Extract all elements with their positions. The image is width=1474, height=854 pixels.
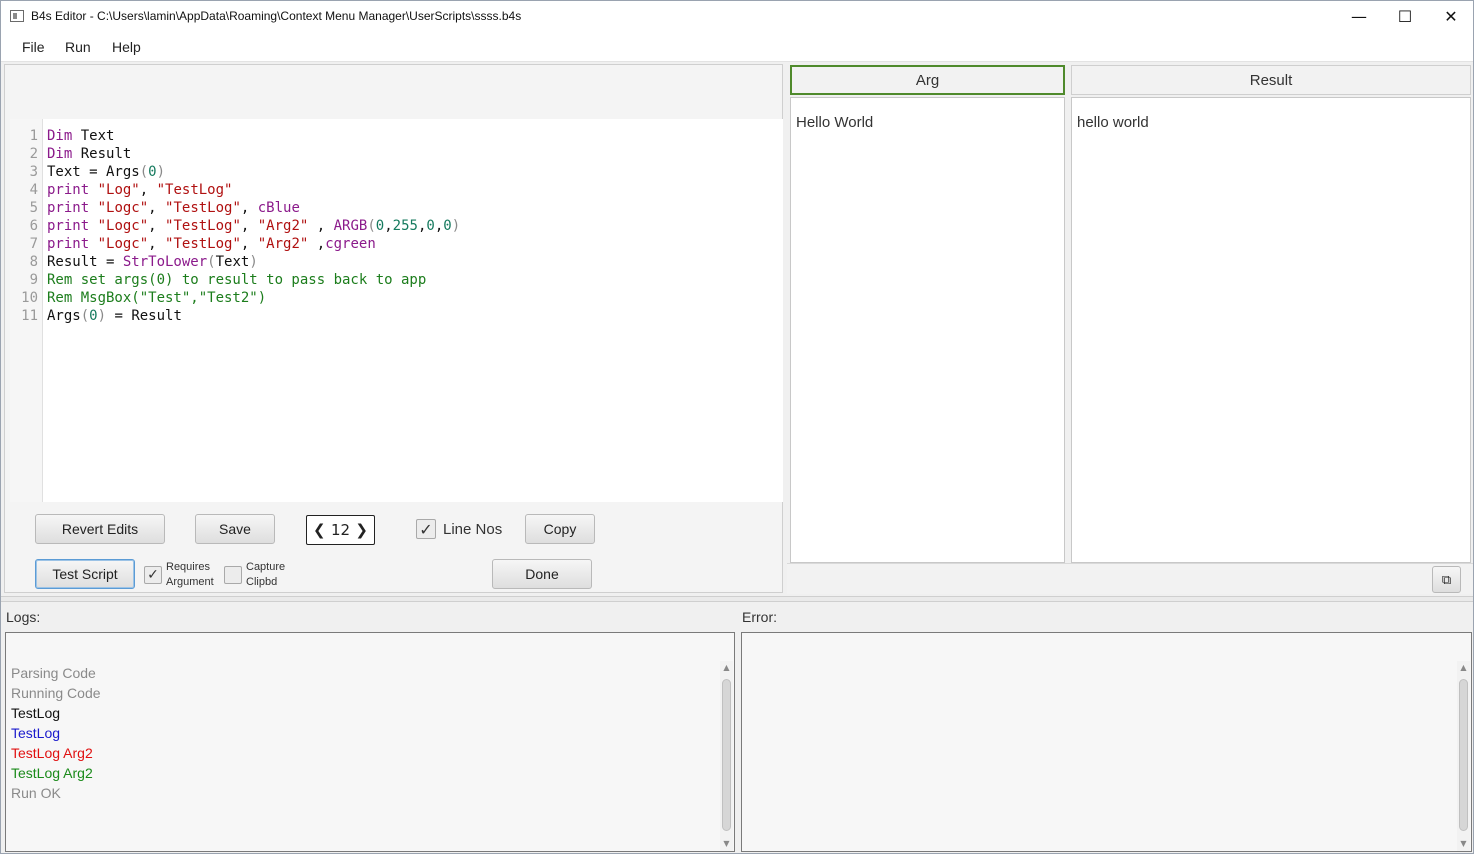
line-number: 3 xyxy=(29,164,38,180)
close-button[interactable]: ✕ xyxy=(1428,1,1474,32)
code-line[interactable]: Result = StrToLower(Text) xyxy=(47,253,258,271)
line-number: 6 xyxy=(29,218,38,234)
code-line[interactable]: Dim Text xyxy=(47,127,114,145)
capture-label-line1: Capture xyxy=(246,561,286,573)
copy-button[interactable]: Copy xyxy=(525,514,595,544)
scroll-up-icon[interactable]: ▲ xyxy=(1457,661,1470,675)
logs-label: Logs: xyxy=(6,609,41,625)
arg-textbox[interactable]: Hello World xyxy=(790,97,1065,563)
menu-bar: File Run Help xyxy=(1,32,1473,62)
code-line[interactable]: Text = Args(0) xyxy=(47,163,165,181)
revert-edits-button[interactable]: Revert Edits xyxy=(35,514,165,544)
logs-pane[interactable]: Parsing Code Running Code TestLog TestLog Te… xyxy=(5,632,735,852)
line-number-gutter: 1 2 3 4 5 6 7 8 9 10 11 xyxy=(10,119,43,502)
capture-clipbd-label: Capture Clipbd xyxy=(246,560,285,590)
code-line[interactable]: Rem set args(0) to result to pass back t… xyxy=(47,271,426,289)
logs-scrollbar[interactable]: ▲ ▼ xyxy=(720,661,733,851)
menu-help[interactable]: Help xyxy=(112,39,141,55)
result-header[interactable]: Result xyxy=(1071,65,1471,95)
font-size-value: 12 xyxy=(330,521,351,539)
b4s-editor-window: B4s Editor - C:\Users\lamin\AppData\Roam… xyxy=(0,0,1474,854)
menu-run[interactable]: Run xyxy=(65,39,91,55)
line-number: 8 xyxy=(29,254,38,270)
line-number: 1 xyxy=(29,128,38,144)
line-nos-label: Line Nos xyxy=(443,521,503,538)
requires-argument-checkbox[interactable]: ✓ xyxy=(144,566,162,584)
result-textbox[interactable]: hello world xyxy=(1071,97,1471,563)
minimize-button[interactable]: — xyxy=(1336,1,1382,32)
line-number: 9 xyxy=(29,272,38,288)
line-number: 5 xyxy=(29,200,38,216)
line-nos-checkbox[interactable]: ✓ xyxy=(416,519,436,539)
line-number: 7 xyxy=(29,236,38,252)
capture-clipbd-checkbox[interactable] xyxy=(224,566,242,584)
split-divider[interactable] xyxy=(1,596,1473,602)
result-toolbar xyxy=(787,563,1473,594)
code-line[interactable]: print "Logc", "TestLog", cBlue xyxy=(47,199,300,217)
code-line[interactable]: Rem MsgBox("Test","Test2") xyxy=(47,289,266,307)
log-line: TestLog Arg2 xyxy=(11,765,93,781)
code-line[interactable]: print "Log", "TestLog" xyxy=(47,181,232,199)
save-button[interactable]: Save xyxy=(195,514,275,544)
code-line[interactable]: print "Logc", "TestLog", "Arg2" ,cgreen xyxy=(47,235,376,253)
scroll-thumb[interactable] xyxy=(1459,679,1468,831)
increase-font-icon[interactable]: ❯ xyxy=(355,521,368,539)
app-icon xyxy=(10,10,24,22)
log-line: Run OK xyxy=(11,785,61,801)
capture-label-line2: Clipbd xyxy=(246,576,278,588)
requires-label-line2: Argument xyxy=(166,576,214,588)
test-script-button[interactable]: Test Script xyxy=(35,559,135,589)
done-button[interactable]: Done xyxy=(492,559,592,589)
line-number: 11 xyxy=(21,308,38,324)
scroll-up-icon[interactable]: ▲ xyxy=(720,661,733,675)
code-editor[interactable]: 1 2 3 4 5 6 7 8 9 10 11 Dim Text Dim Resu… xyxy=(10,119,783,502)
log-line: TestLog Arg2 xyxy=(11,745,93,761)
code-line[interactable]: Args(0) = Result xyxy=(47,307,182,325)
log-line: Parsing Code xyxy=(11,665,96,681)
line-number: 4 xyxy=(29,182,38,198)
code-line[interactable]: Dim Result xyxy=(47,145,131,163)
error-scrollbar[interactable]: ▲ ▼ xyxy=(1457,661,1470,851)
line-number: 2 xyxy=(29,146,38,162)
requires-argument-label: Requires Argument xyxy=(166,560,214,590)
line-number: 10 xyxy=(21,290,38,306)
maximize-button[interactable]: ☐ xyxy=(1382,1,1428,32)
menu-file[interactable]: File xyxy=(22,39,45,55)
error-pane[interactable]: ▲ ▼ xyxy=(741,632,1472,852)
code-line[interactable]: print "Logc", "TestLog", "Arg2" , ARGB(0… xyxy=(47,217,460,235)
window-title: B4s Editor - C:\Users\lamin\AppData\Roam… xyxy=(31,9,522,23)
log-line: TestLog xyxy=(11,705,61,721)
log-line: TestLog xyxy=(11,725,61,741)
copy-result-icon[interactable]: ⧉ xyxy=(1432,566,1461,593)
font-size-stepper: ❮ 12 ❯ xyxy=(306,515,375,545)
error-label: Error: xyxy=(742,609,777,625)
decrease-font-icon[interactable]: ❮ xyxy=(313,521,326,539)
scroll-down-icon[interactable]: ▼ xyxy=(1457,837,1470,851)
scroll-down-icon[interactable]: ▼ xyxy=(720,837,733,851)
requires-label-line1: Requires xyxy=(166,561,211,573)
log-line: Running Code xyxy=(11,685,101,701)
title-bar: B4s Editor - C:\Users\lamin\AppData\Roam… xyxy=(1,1,1473,32)
arg-header[interactable]: Arg xyxy=(790,65,1065,95)
scroll-thumb[interactable] xyxy=(722,679,731,831)
